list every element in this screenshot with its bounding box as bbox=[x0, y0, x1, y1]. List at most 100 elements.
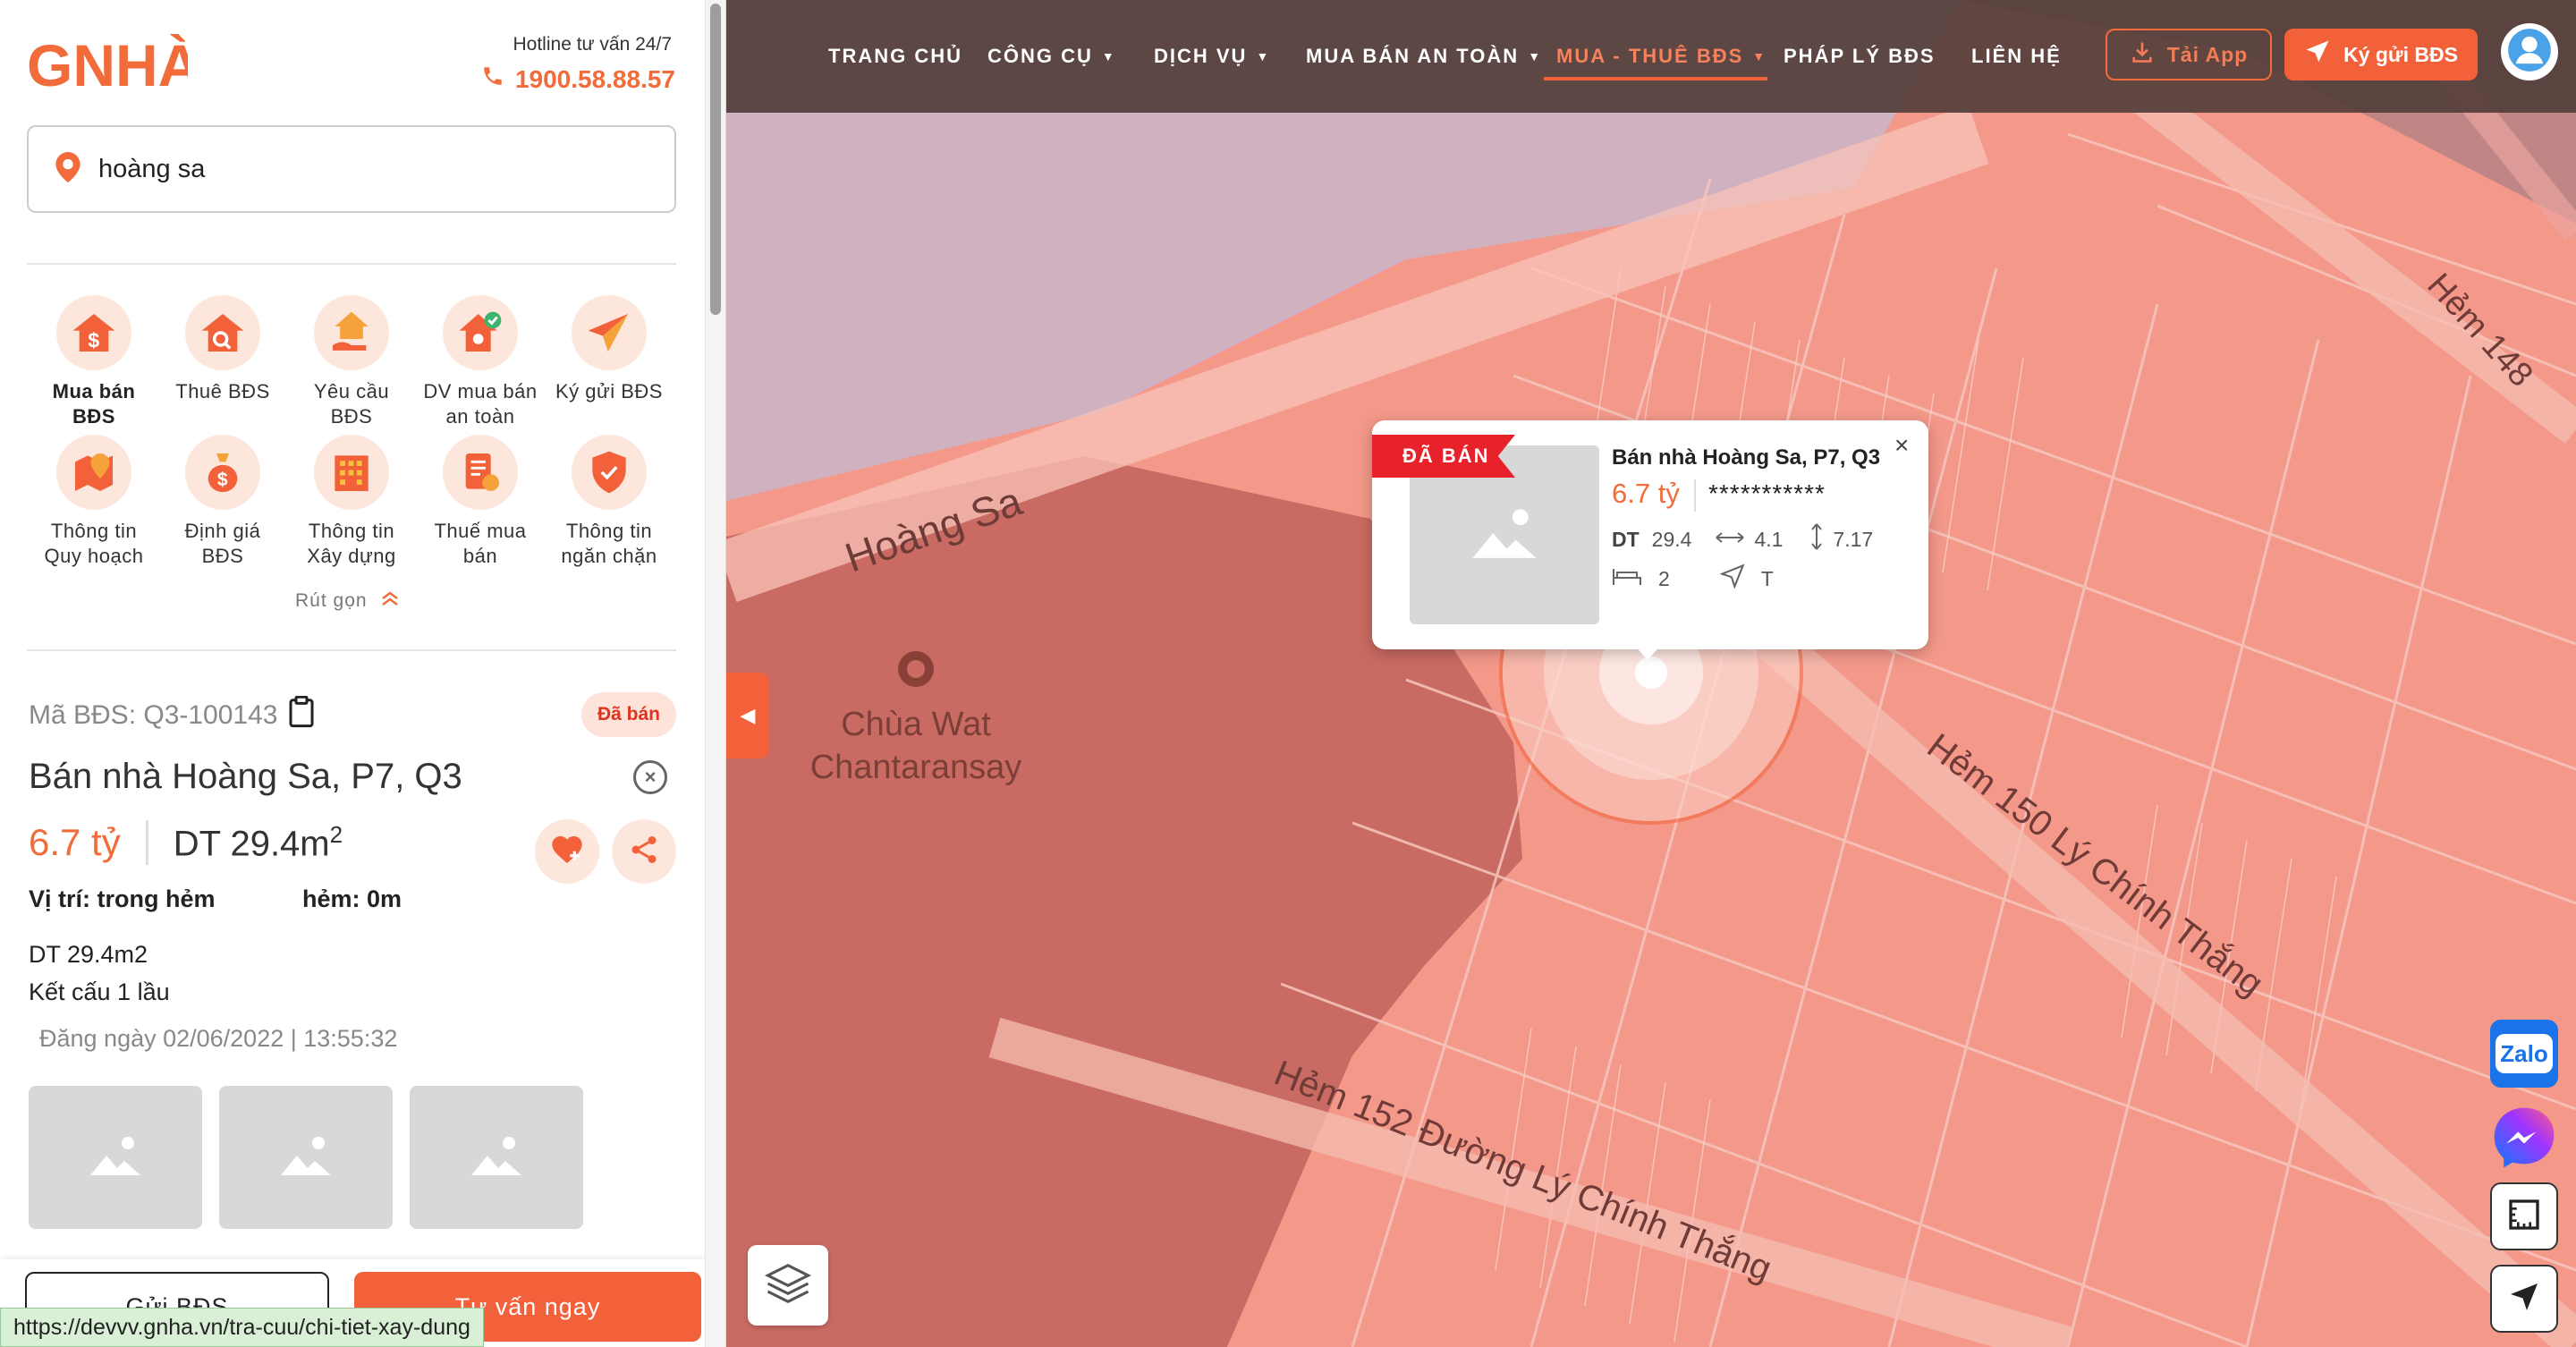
map-canvas[interactable]: Hoàng Sa Hẻm 150 Lý Chính Thắng Hẻm 152 … bbox=[726, 0, 2576, 1347]
property-price: 6.7 tỷ bbox=[29, 821, 121, 863]
category-dv-mua-ban[interactable]: DV mua bán an toàn bbox=[413, 295, 547, 429]
dt-label: DT bbox=[1612, 527, 1640, 551]
zalo-button[interactable]: Zalo bbox=[2490, 1020, 2558, 1088]
category-label: Thông tin Xây dựng bbox=[307, 520, 396, 567]
download-icon bbox=[2130, 39, 2155, 70]
divider bbox=[145, 820, 148, 865]
gnha-logo[interactable]: GNHÀ bbox=[27, 32, 200, 98]
popup-price: 6.7 tỷ bbox=[1612, 478, 1680, 509]
user-avatar[interactable] bbox=[2501, 23, 2558, 80]
chevron-left-icon: ◀ bbox=[740, 704, 756, 726]
nav-mua-ban-an-toan[interactable]: MUA BÁN AN TOÀN ▼ bbox=[1306, 0, 1542, 113]
posted-date: Đăng ngày 02/06/2022 | 13:55:32 bbox=[39, 1025, 398, 1052]
width-icon bbox=[1715, 528, 1745, 552]
consign-button[interactable]: Ký gửi BĐS bbox=[2284, 29, 2478, 80]
poi-label: Chùa Wat bbox=[841, 706, 991, 743]
svg-text:GNHÀ: GNHÀ bbox=[27, 34, 188, 97]
my-location-button[interactable] bbox=[2490, 1265, 2558, 1333]
map-pin-icon bbox=[56, 435, 131, 510]
close-icon[interactable]: × bbox=[1894, 431, 1909, 460]
active-nav-indicator bbox=[1544, 77, 1767, 80]
property-thumbnail[interactable] bbox=[29, 1086, 202, 1229]
location-pin-icon bbox=[55, 151, 80, 187]
popup-pointer bbox=[1633, 644, 1662, 660]
category-thue-mua-ban[interactable]: Thuế mua bán bbox=[413, 435, 547, 569]
money-bag-icon: $ bbox=[185, 435, 260, 510]
scroll-thumb[interactable] bbox=[710, 4, 721, 315]
property-description: DT 29.4m2 Kết cấu 1 lầu bbox=[29, 941, 170, 1005]
hotline-number[interactable]: 1900.58.88.57 bbox=[481, 64, 675, 94]
status-badge: Đã bán bbox=[581, 692, 676, 737]
bed-icon bbox=[1612, 565, 1642, 592]
category-yeu-cau[interactable]: Yêu cầu BĐS bbox=[284, 295, 419, 429]
svg-text:$: $ bbox=[88, 328, 100, 352]
nav-phap-ly[interactable]: PHÁP LÝ BĐS bbox=[1784, 0, 1936, 113]
house-hand-icon bbox=[314, 295, 389, 370]
image-placeholder-icon bbox=[277, 1132, 335, 1183]
category-label: Thông tin Quy hoạch bbox=[44, 520, 144, 567]
nav-lien-he[interactable]: LIÊN HỆ bbox=[1971, 0, 2062, 113]
divider bbox=[1694, 479, 1696, 512]
alley-width: hẻm: 0m bbox=[302, 885, 402, 912]
collapse-button[interactable]: Rút gọn bbox=[295, 590, 400, 612]
category-label: Thuê BĐS bbox=[175, 380, 270, 402]
category-ngan-chan[interactable]: Thông tin ngăn chặn bbox=[542, 435, 676, 569]
category-label: Thuế mua bán bbox=[434, 520, 527, 567]
property-area: DT 29.4m2 bbox=[173, 820, 343, 864]
caret-down-icon: ▼ bbox=[1528, 49, 1543, 64]
dt-value: 29.4 bbox=[1651, 527, 1692, 551]
sidebar-toggle[interactable]: ◀ bbox=[726, 673, 769, 758]
favorite-button[interactable] bbox=[535, 819, 599, 884]
nav-mua-thue-bds[interactable]: MUA - THUÊ BĐS ▼ bbox=[1556, 0, 1767, 113]
link-status-bar: https://devvv.gnha.vn/tra-cuu/chi-tiet-x… bbox=[0, 1308, 484, 1347]
search-box[interactable] bbox=[27, 125, 676, 213]
price-row: 6.7 tỷ DT 29.4m2 bbox=[29, 816, 343, 869]
layers-icon bbox=[764, 1259, 812, 1312]
user-icon bbox=[2506, 27, 2553, 78]
sold-ribbon: ĐÃ BÁN bbox=[1372, 435, 1515, 478]
clipboard-icon[interactable] bbox=[288, 695, 315, 735]
property-thumbnail[interactable] bbox=[410, 1086, 583, 1229]
nav-trang-chu[interactable]: TRANG CHỦ bbox=[828, 0, 962, 113]
category-thue[interactable]: Thuê BĐS bbox=[156, 295, 290, 404]
sidebar: GNHÀ Hotline tư vấn 24/7 1900.58.88.57 $… bbox=[0, 0, 726, 1347]
poi-label: Chantaransay bbox=[810, 749, 1022, 786]
property-title: Bán nhà Hoàng Sa, P7, Q3 bbox=[29, 757, 462, 796]
ruler-button[interactable] bbox=[2490, 1182, 2558, 1250]
category-label: Định giá BĐS bbox=[184, 520, 261, 567]
heart-plus-icon bbox=[549, 832, 585, 872]
location-row: Vị trí: trong hẻm hẻm: 0m bbox=[29, 885, 402, 913]
scrollbar[interactable] bbox=[705, 0, 725, 1347]
phone-icon bbox=[481, 64, 504, 94]
caret-down-icon: ▼ bbox=[1256, 49, 1271, 64]
category-dinh-gia[interactable]: $ Định giá BĐS bbox=[156, 435, 290, 569]
image-placeholder-icon bbox=[87, 1132, 144, 1183]
width-value: 4.1 bbox=[1754, 527, 1784, 551]
category-label: Yêu cầu BĐS bbox=[313, 380, 390, 428]
share-button[interactable] bbox=[612, 819, 676, 884]
category-label: DV mua bán an toàn bbox=[423, 380, 538, 428]
direction-value: T bbox=[1760, 566, 1774, 590]
category-label: Ký gửi BĐS bbox=[555, 380, 663, 402]
nav-dich-vu[interactable]: DỊCH VỤ ▼ bbox=[1154, 0, 1270, 113]
hotline-label: Hotline tư vấn 24/7 bbox=[513, 34, 673, 55]
category-label: Mua bán BĐS bbox=[52, 380, 136, 428]
category-quy-hoach[interactable]: Thông tin Quy hoạch bbox=[27, 435, 161, 569]
property-popup: ĐÃ BÁN Bán nhà Hoàng Sa, P7, Q3 6.7 tỷ *… bbox=[1372, 420, 1928, 649]
ruler-icon bbox=[2506, 1197, 2542, 1237]
category-ky-gui[interactable]: Ký gửi BĐS bbox=[542, 295, 676, 404]
close-icon[interactable]: × bbox=[633, 760, 667, 794]
search-input[interactable] bbox=[98, 154, 635, 184]
house-dollar-icon: $ bbox=[56, 295, 131, 370]
nav-cong-cu[interactable]: CÔNG CỤ ▼ bbox=[987, 0, 1116, 113]
svg-text:$: $ bbox=[217, 470, 228, 490]
layers-button[interactable] bbox=[748, 1245, 828, 1326]
category-xay-dung[interactable]: Thông tin Xây dựng bbox=[284, 435, 419, 569]
download-app-button[interactable]: Tải App bbox=[2106, 29, 2272, 80]
property-thumbnail[interactable] bbox=[219, 1086, 393, 1229]
category-mua-ban[interactable]: $ Mua bán BĐS bbox=[27, 295, 161, 429]
divider bbox=[27, 649, 676, 651]
chevron-up-icon bbox=[380, 590, 400, 612]
popup-title[interactable]: Bán nhà Hoàng Sa, P7, Q3 bbox=[1612, 445, 1880, 470]
messenger-button[interactable] bbox=[2490, 1106, 2558, 1173]
